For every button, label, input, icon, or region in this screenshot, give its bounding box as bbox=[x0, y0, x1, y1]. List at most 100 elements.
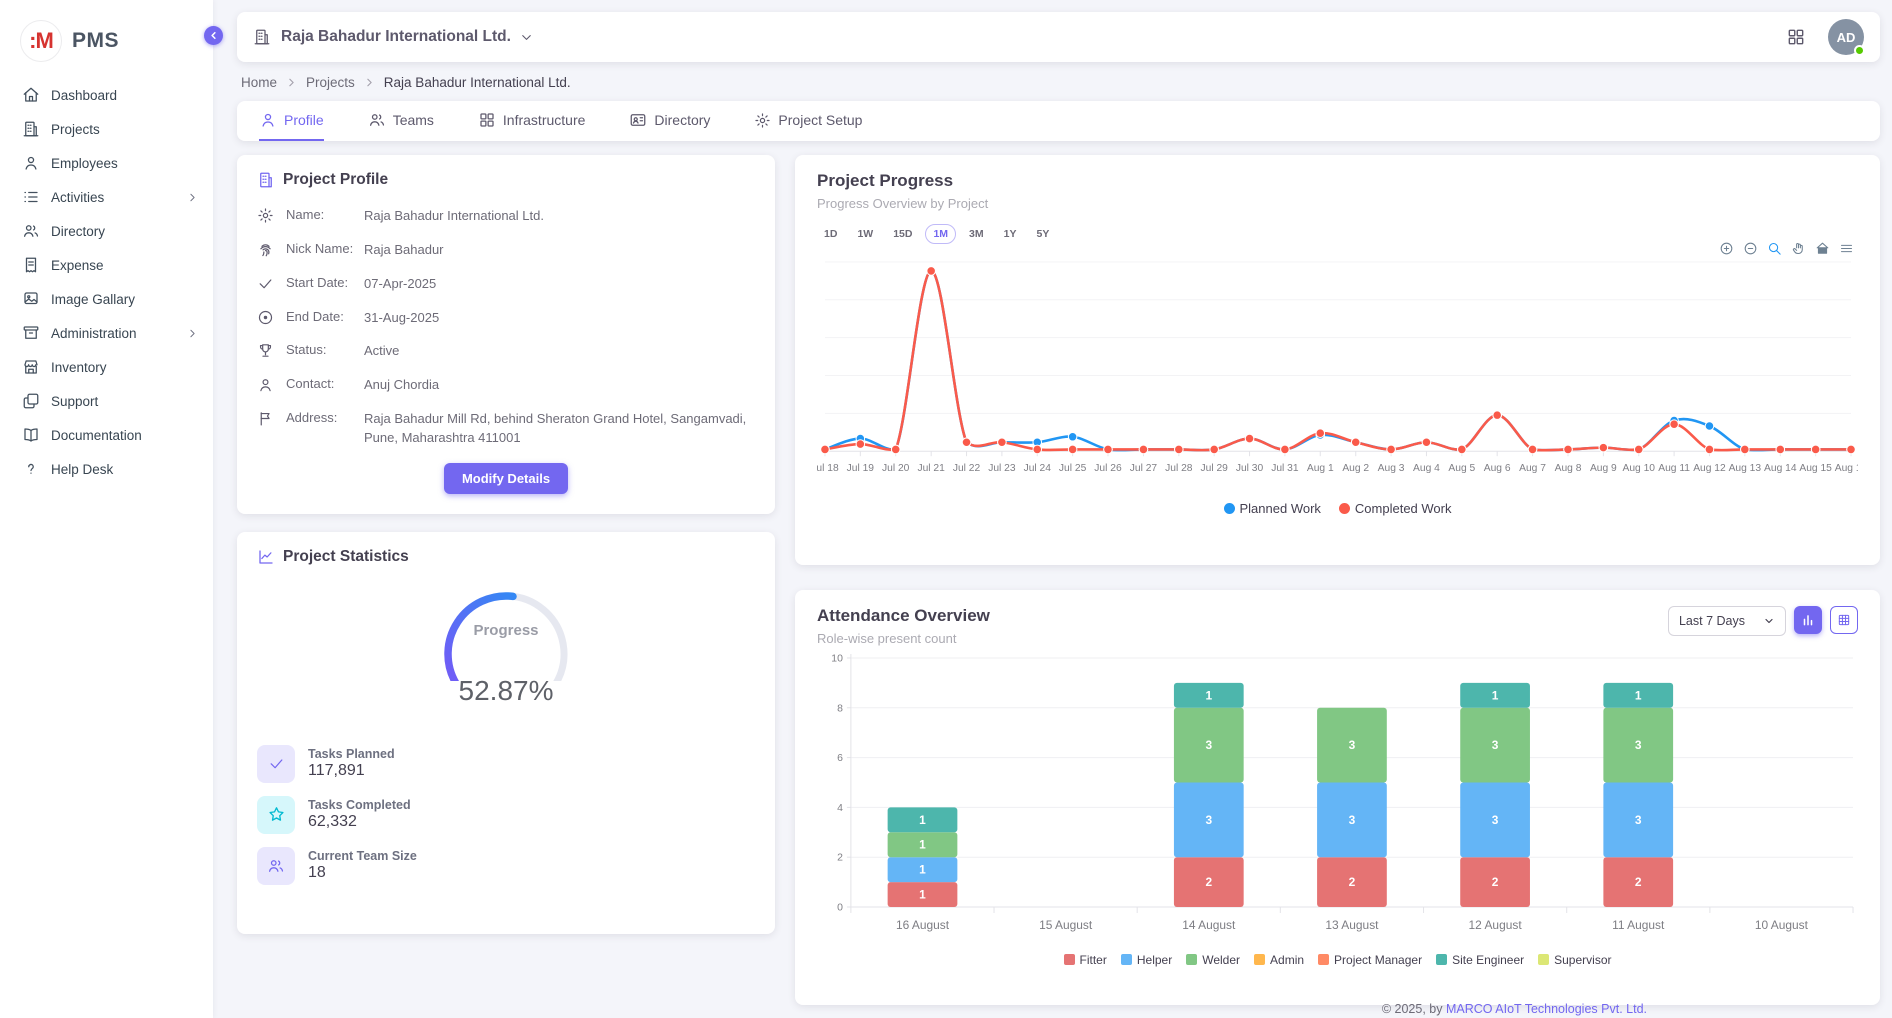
field-value: Active bbox=[364, 342, 755, 361]
range-pill-5y[interactable]: 5Y bbox=[1029, 225, 1056, 243]
tab-project-setup[interactable]: Project Setup bbox=[754, 101, 862, 141]
project-progress-card: Project Progress Progress Overview by Pr… bbox=[795, 155, 1880, 565]
zoom-out-icon[interactable] bbox=[1743, 241, 1758, 256]
zoom-in-icon[interactable] bbox=[1719, 241, 1734, 256]
field-value: 31-Aug-2025 bbox=[364, 309, 755, 328]
stat-list: Tasks Planned117,891Tasks Completed62,33… bbox=[257, 745, 755, 885]
svg-text:3: 3 bbox=[1349, 738, 1356, 752]
sidebar-item-documentation[interactable]: Documentation bbox=[0, 418, 213, 452]
selection-zoom-icon[interactable] bbox=[1767, 241, 1782, 256]
range-pill-1d[interactable]: 1D bbox=[817, 225, 844, 243]
bar-chart-view-button[interactable] bbox=[1794, 606, 1822, 634]
sidebar-collapse-button[interactable] bbox=[204, 26, 223, 45]
legend-marker bbox=[1064, 954, 1075, 965]
legend-item-admin[interactable]: Admin bbox=[1254, 953, 1304, 967]
apps-grid-icon[interactable] bbox=[1786, 27, 1806, 47]
list-icon bbox=[22, 188, 40, 206]
attendance-bar-chart[interactable]: 1111233123323312331024681016 August15 Au… bbox=[817, 650, 1858, 951]
svg-text:3: 3 bbox=[1635, 738, 1642, 752]
store-icon bbox=[22, 358, 40, 376]
svg-text:Aug 13: Aug 13 bbox=[1729, 463, 1762, 474]
user-avatar[interactable]: AD bbox=[1828, 19, 1864, 55]
people-icon bbox=[257, 847, 295, 885]
modify-details-button[interactable]: Modify Details bbox=[444, 463, 568, 494]
breadcrumb-home[interactable]: Home bbox=[241, 75, 277, 90]
legend-item-completed-work[interactable]: Completed Work bbox=[1339, 501, 1452, 516]
reset-zoom-icon[interactable] bbox=[1815, 241, 1830, 256]
svg-text:Jul 23: Jul 23 bbox=[988, 463, 1016, 474]
range-pill-3m[interactable]: 3M bbox=[962, 225, 991, 243]
table-view-button[interactable] bbox=[1830, 606, 1858, 634]
app-logo[interactable]: :M PMS bbox=[0, 14, 213, 78]
legend-item-site-engineer[interactable]: Site Engineer bbox=[1436, 953, 1524, 967]
svg-text:3: 3 bbox=[1492, 813, 1499, 827]
check-icon bbox=[257, 275, 274, 292]
last-7-days-select[interactable]: Last 7 Days bbox=[1668, 606, 1786, 636]
book-icon bbox=[22, 426, 40, 444]
range-pill-1w[interactable]: 1W bbox=[850, 225, 880, 243]
sidebar-item-label: Help Desk bbox=[51, 462, 199, 477]
field-label: End Date: bbox=[286, 309, 364, 324]
sidebar-item-directory[interactable]: Directory bbox=[0, 214, 213, 248]
sidebar-item-administration[interactable]: Administration bbox=[0, 316, 213, 350]
project-selector[interactable]: Raja Bahadur International Ltd. bbox=[281, 28, 511, 46]
sidebar-item-label: Directory bbox=[51, 224, 199, 239]
progress-card-subtitle: Progress Overview by Project bbox=[817, 196, 1858, 211]
chevron-down-icon[interactable] bbox=[519, 30, 534, 45]
sidebar-item-expense[interactable]: Expense bbox=[0, 248, 213, 282]
attendance-card-subtitle: Role-wise present count bbox=[817, 631, 1668, 646]
svg-text:Aug 1: Aug 1 bbox=[1307, 463, 1334, 474]
breadcrumb-projects[interactable]: Projects bbox=[306, 75, 355, 90]
footer-company-link[interactable]: MARCO AIoT Technologies Pvt. Ltd. bbox=[1446, 1002, 1647, 1016]
profile-card-title: Project Profile bbox=[283, 171, 388, 189]
svg-text:10: 10 bbox=[831, 653, 843, 664]
svg-text:Jul 31: Jul 31 bbox=[1271, 463, 1299, 474]
field-label: Start Date: bbox=[286, 275, 364, 290]
tab-teams[interactable]: Teams bbox=[368, 101, 434, 141]
range-pill-1y[interactable]: 1Y bbox=[997, 225, 1024, 243]
tab-infrastructure[interactable]: Infrastructure bbox=[478, 101, 585, 141]
sidebar-item-projects[interactable]: Projects bbox=[0, 112, 213, 146]
people-icon bbox=[22, 222, 40, 240]
sidebar-item-label: Inventory bbox=[51, 360, 199, 375]
tab-profile[interactable]: Profile bbox=[259, 101, 324, 141]
svg-text:Aug 12: Aug 12 bbox=[1693, 463, 1726, 474]
svg-text:Jul 27: Jul 27 bbox=[1130, 463, 1158, 474]
legend-item-project-manager[interactable]: Project Manager bbox=[1318, 953, 1422, 967]
legend-item-fitter[interactable]: Fitter bbox=[1064, 953, 1107, 967]
svg-text:12 August: 12 August bbox=[1469, 918, 1523, 932]
field-value: Raja Bahadur Mill Rd, behind Sheraton Gr… bbox=[364, 410, 755, 448]
range-pill-15d[interactable]: 15D bbox=[886, 225, 919, 243]
layers-icon bbox=[22, 392, 40, 410]
legend-item-welder[interactable]: Welder bbox=[1186, 953, 1240, 967]
gauge-label: Progress bbox=[421, 622, 591, 639]
stat-row-current-team-size: Current Team Size18 bbox=[257, 847, 755, 885]
person-icon bbox=[257, 376, 274, 394]
legend-item-helper[interactable]: Helper bbox=[1121, 953, 1172, 967]
sidebar-item-dashboard[interactable]: Dashboard bbox=[0, 78, 213, 112]
sidebar-item-inventory[interactable]: Inventory bbox=[0, 350, 213, 384]
svg-text:Jul 22: Jul 22 bbox=[953, 463, 981, 474]
sidebar-item-employees[interactable]: Employees bbox=[0, 146, 213, 180]
tab-directory[interactable]: Directory bbox=[629, 101, 710, 141]
pan-icon[interactable] bbox=[1791, 241, 1806, 256]
svg-text:11 August: 11 August bbox=[1612, 918, 1665, 932]
svg-text:Aug 6: Aug 6 bbox=[1484, 463, 1511, 474]
footer-copyright: © 2025, by MARCO AIoT Technologies Pvt. … bbox=[1382, 1002, 1647, 1016]
svg-text:10 August: 10 August bbox=[1755, 918, 1809, 932]
main-area: Raja Bahadur International Ltd. AD Home … bbox=[213, 0, 1892, 1018]
sidebar-item-activities[interactable]: Activities bbox=[0, 180, 213, 214]
sidebar-item-help-desk[interactable]: Help Desk bbox=[0, 452, 213, 486]
legend-item-supervisor[interactable]: Supervisor bbox=[1538, 953, 1611, 967]
svg-text:Jul 29: Jul 29 bbox=[1200, 463, 1228, 474]
progress-line-chart[interactable]: Jul 18Jul 19Jul 20Jul 21Jul 22Jul 23Jul … bbox=[817, 246, 1858, 497]
menu-icon[interactable] bbox=[1839, 241, 1854, 256]
sidebar-item-support[interactable]: Support bbox=[0, 384, 213, 418]
profile-field-nick-name: Nick Name:Raja Bahadur bbox=[257, 241, 755, 260]
legend-item-planned-work[interactable]: Planned Work bbox=[1224, 501, 1321, 516]
gear-icon bbox=[257, 207, 274, 224]
sidebar-item-image-gallary[interactable]: Image Gallary bbox=[0, 282, 213, 316]
profile-field-contact: Contact:Anuj Chordia bbox=[257, 376, 755, 395]
receipt-icon bbox=[22, 256, 40, 274]
range-pill-1m[interactable]: 1M bbox=[925, 224, 956, 244]
